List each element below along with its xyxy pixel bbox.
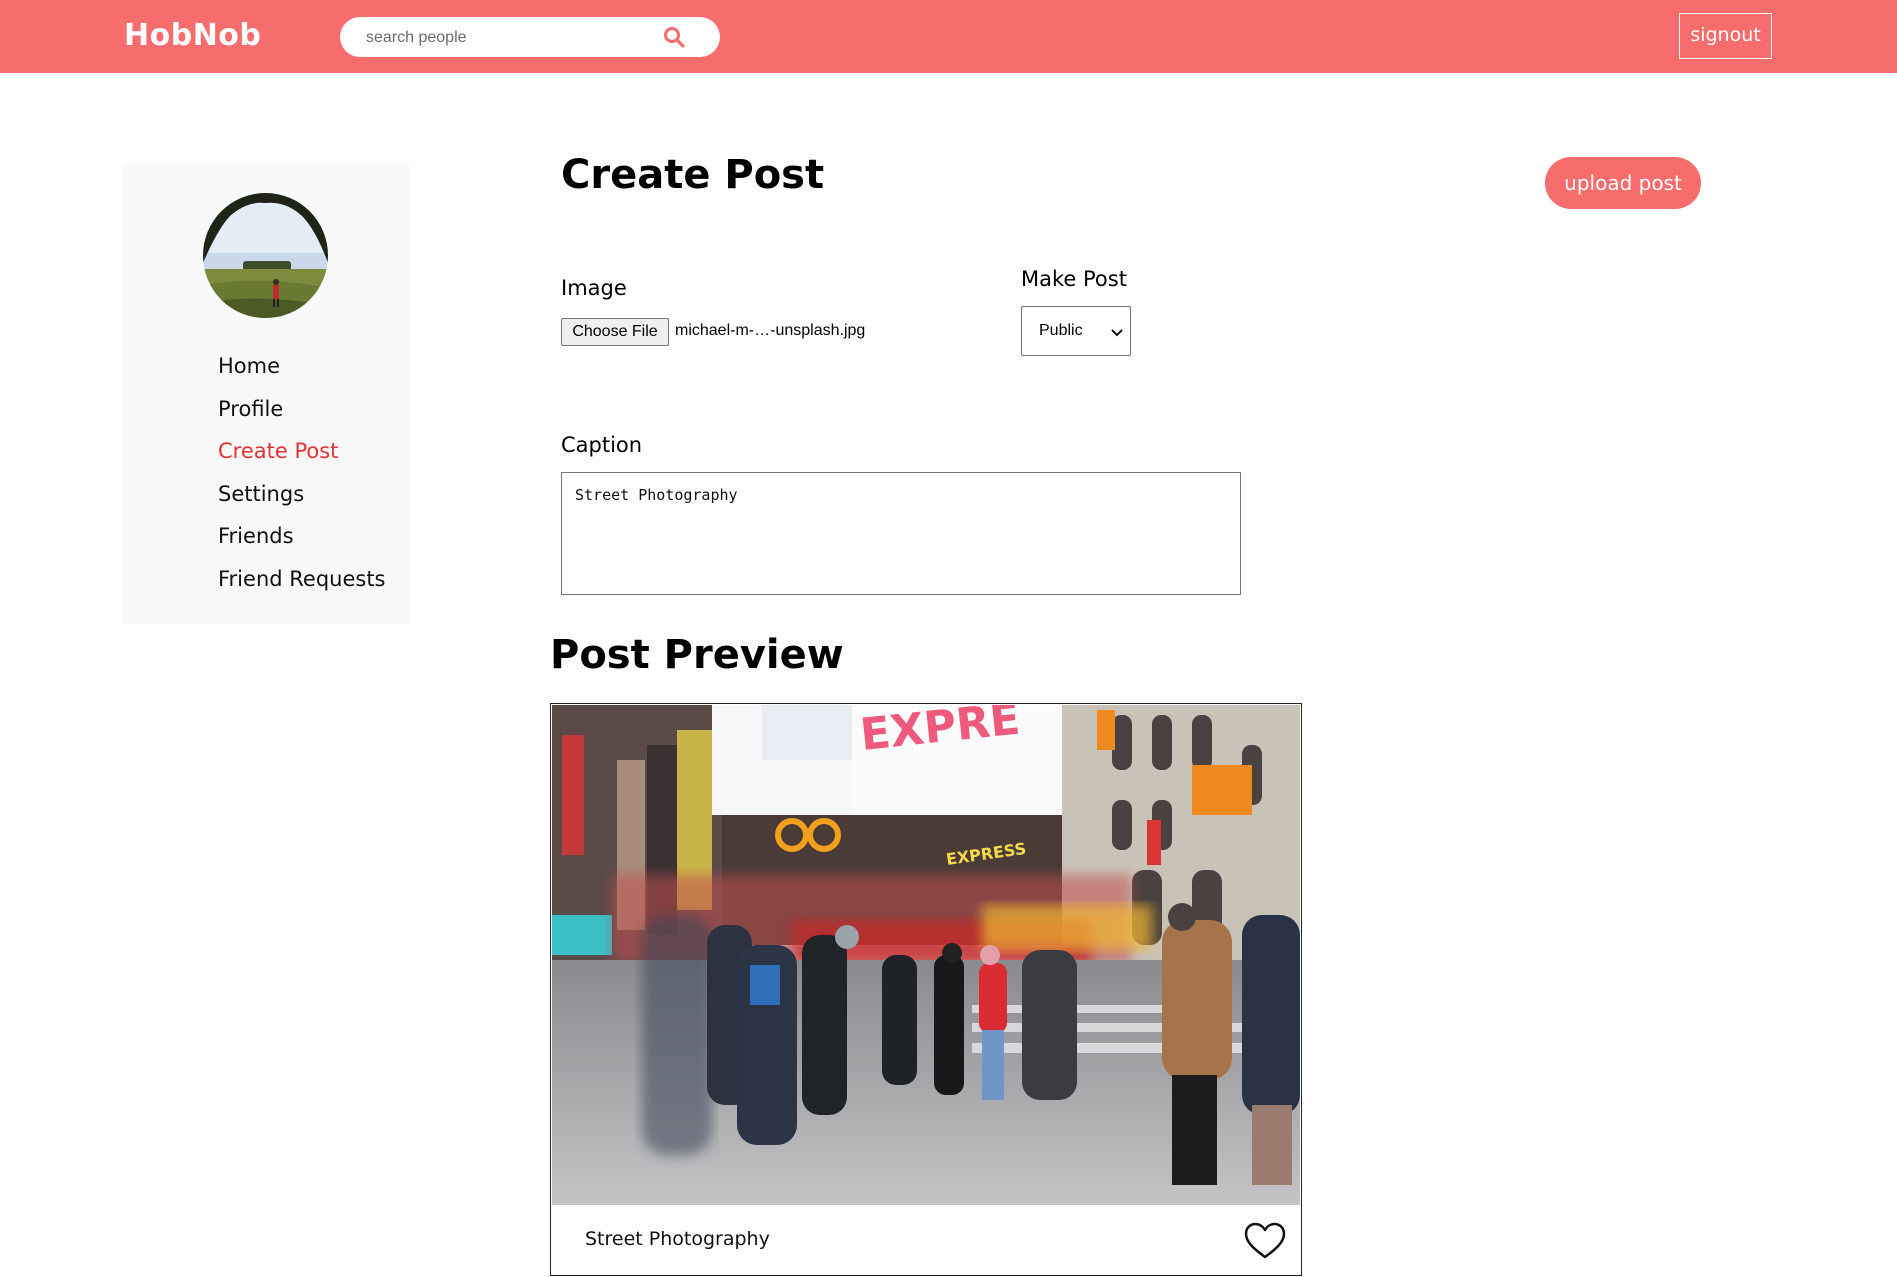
search-bar: [340, 17, 720, 57]
caption-text: Street Photography: [575, 486, 738, 504]
post-preview-card: EXPRE EXPRESS Street Photography: [550, 703, 1302, 1276]
sidebar-item-home[interactable]: Home: [218, 345, 386, 388]
brand-logo[interactable]: HobNob: [124, 18, 261, 53]
caption-label: Caption: [561, 433, 643, 457]
sidebar-item-friend-requests[interactable]: Friend Requests: [218, 558, 386, 601]
visibility-value: Public: [1039, 322, 1083, 339]
chevron-down-icon: [1111, 329, 1123, 337]
sidebar-item-settings[interactable]: Settings: [218, 473, 386, 516]
sidebar-item-friends[interactable]: Friends: [218, 515, 386, 558]
sidebar-nav: Home Profile Create Post Settings Friend…: [218, 345, 386, 601]
visibility-label: Make Post: [1021, 267, 1127, 291]
page-title: Create Post: [561, 152, 825, 198]
sidebar: Home Profile Create Post Settings Friend…: [123, 163, 409, 624]
image-label: Image: [561, 276, 627, 300]
post-caption: Street Photography: [585, 1228, 770, 1250]
caption-textarea[interactable]: Street Photography: [561, 472, 1241, 595]
sidebar-item-profile[interactable]: Profile: [218, 388, 386, 431]
preview-title: Post Preview: [550, 632, 844, 678]
search-input[interactable]: [364, 25, 668, 51]
visibility-select[interactable]: Public: [1021, 306, 1131, 356]
search-icon[interactable]: [662, 25, 686, 49]
sidebar-item-create-post[interactable]: Create Post: [218, 430, 386, 473]
signout-button[interactable]: signout: [1679, 13, 1772, 59]
upload-post-button[interactable]: upload post: [1545, 157, 1701, 209]
heart-icon[interactable]: [1244, 1222, 1286, 1260]
post-image: EXPRE EXPRESS: [552, 705, 1300, 1205]
choose-file-button[interactable]: Choose File: [561, 318, 669, 346]
avatar[interactable]: [203, 193, 328, 318]
top-navbar: HobNob signout: [0, 0, 1897, 73]
file-name: michael-m-…-unsplash.jpg: [675, 322, 866, 339]
